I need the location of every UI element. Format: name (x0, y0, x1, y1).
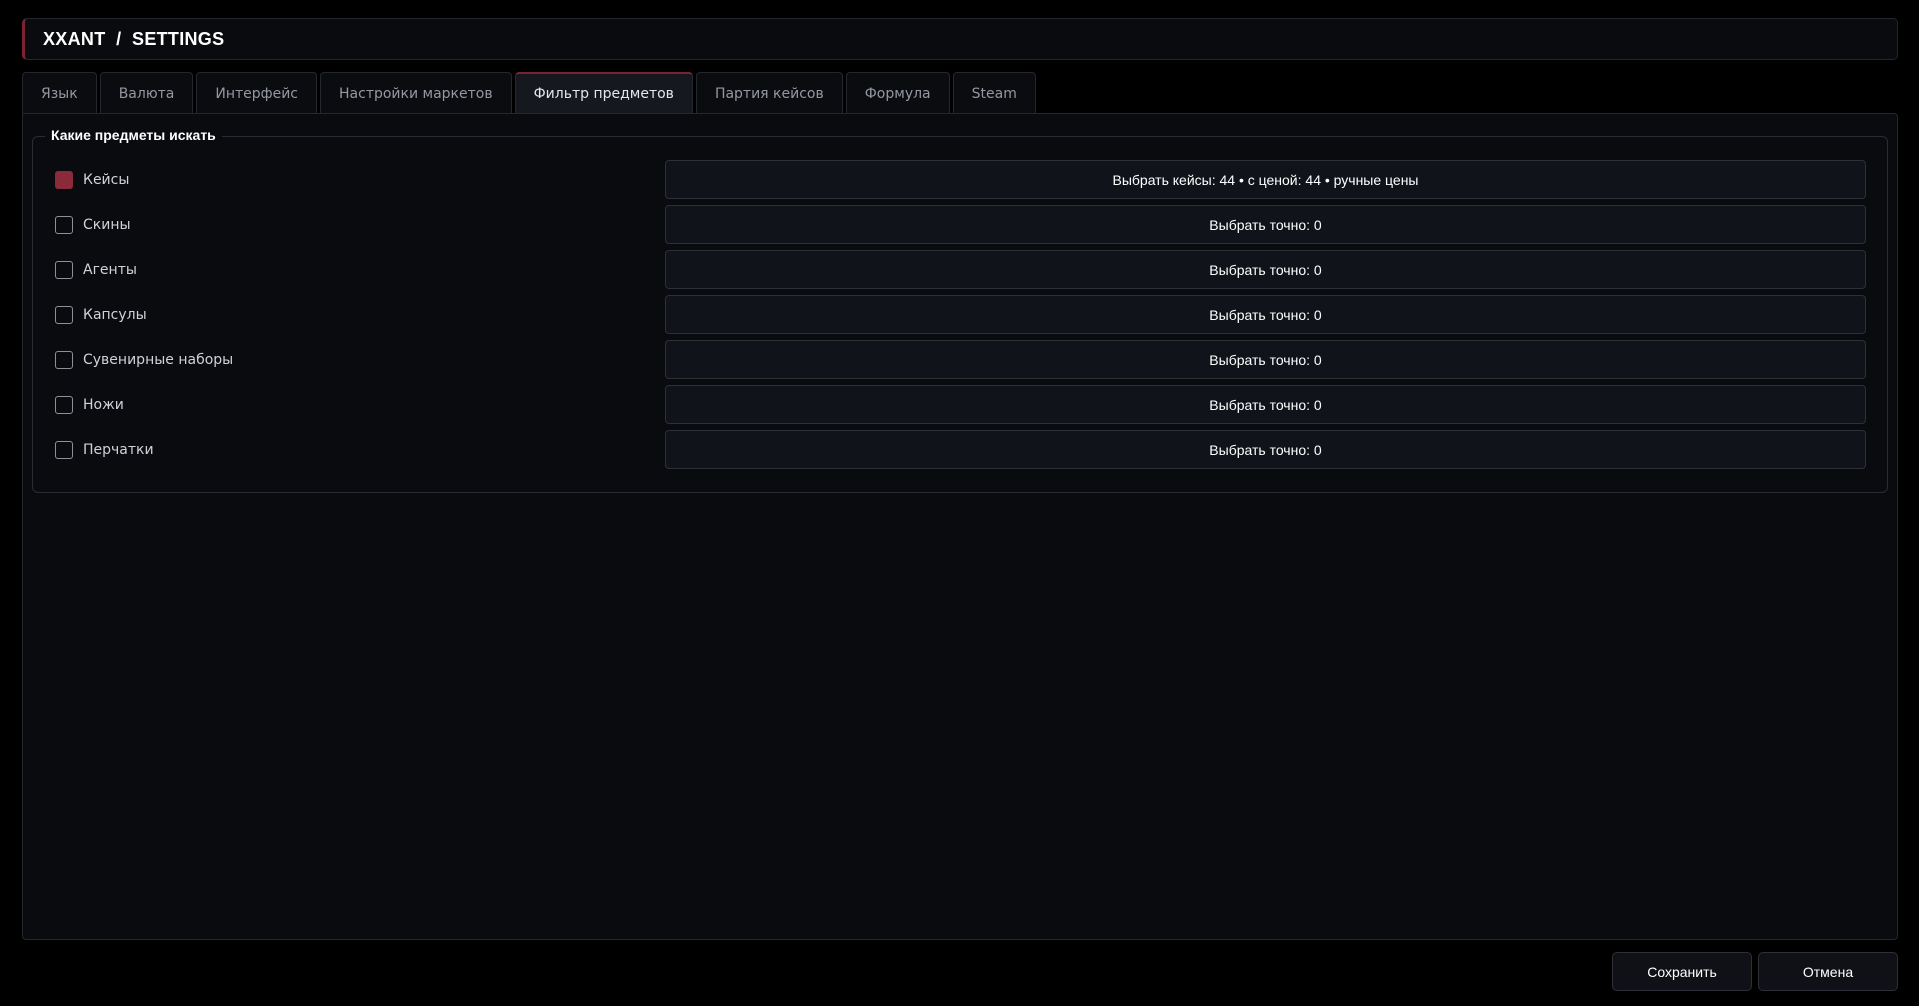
skins-checkbox[interactable] (55, 215, 73, 234)
tab-language[interactable]: Язык (22, 72, 97, 114)
capsules-checkbox-wrap[interactable]: Капсулы (55, 295, 147, 334)
knives-label: Ножи (83, 396, 124, 413)
tab-currency[interactable]: Валюта (99, 72, 194, 114)
agents-checkbox[interactable] (55, 260, 73, 279)
souvenir-checkbox-wrap[interactable]: Сувенирные наборы (55, 340, 233, 379)
gloves-checkbox[interactable] (55, 440, 73, 459)
tab-item-filter[interactable]: Фильтр предметов (514, 72, 693, 114)
tab-case-batch[interactable]: Партия кейсов (695, 72, 843, 114)
cancel-button[interactable]: Отмена (1758, 952, 1898, 991)
filter-row-cases: Кейсы Выбрать кейсы: 44 • с ценой: 44 • … (33, 160, 1887, 199)
capsules-label: Капсулы (83, 306, 147, 323)
group-title: Какие предметы искать (45, 127, 222, 143)
tab-market-settings[interactable]: Настройки маркетов (320, 72, 512, 114)
settings-panel: Какие предметы искать Кейсы Выбрать кейс… (22, 113, 1898, 940)
cases-checkbox[interactable] (55, 170, 73, 189)
select-knives-button[interactable]: Выбрать точно: 0 (665, 385, 1866, 424)
tab-steam[interactable]: Steam (952, 72, 1036, 114)
agents-checkbox-wrap[interactable]: Агенты (55, 250, 137, 289)
window-header: XXANT / SETTINGS (22, 18, 1898, 60)
souvenir-checkbox[interactable] (55, 350, 73, 369)
select-cases-button[interactable]: Выбрать кейсы: 44 • с ценой: 44 • ручные… (665, 160, 1866, 199)
filter-row-agents: Агенты Выбрать точно: 0 (33, 250, 1887, 289)
select-gloves-button[interactable]: Выбрать точно: 0 (665, 430, 1866, 469)
filter-row-knives: Ножи Выбрать точно: 0 (33, 385, 1887, 424)
select-capsules-button[interactable]: Выбрать точно: 0 (665, 295, 1866, 334)
filter-row-gloves: Перчатки Выбрать точно: 0 (33, 430, 1887, 469)
select-souvenir-button[interactable]: Выбрать точно: 0 (665, 340, 1866, 379)
cases-label: Кейсы (83, 171, 130, 188)
tab-formula[interactable]: Формула (845, 72, 950, 114)
knives-checkbox[interactable] (55, 395, 73, 414)
settings-tabs: Язык Валюта Интерфейс Настройки маркетов… (22, 72, 1036, 114)
capsules-checkbox[interactable] (55, 305, 73, 324)
item-filter-group: Какие предметы искать Кейсы Выбрать кейс… (32, 127, 1888, 493)
souvenir-label: Сувенирные наборы (83, 351, 234, 368)
skins-label: Скины (83, 216, 131, 233)
agents-label: Агенты (83, 261, 137, 278)
save-button[interactable]: Сохранить (1612, 952, 1752, 991)
filter-row-skins: Скины Выбрать точно: 0 (33, 205, 1887, 244)
knives-checkbox-wrap[interactable]: Ножи (55, 385, 124, 424)
select-skins-button[interactable]: Выбрать точно: 0 (665, 205, 1866, 244)
filter-row-capsules: Капсулы Выбрать точно: 0 (33, 295, 1887, 334)
filter-row-souvenir-packages: Сувенирные наборы Выбрать точно: 0 (33, 340, 1887, 379)
select-agents-button[interactable]: Выбрать точно: 0 (665, 250, 1866, 289)
gloves-label: Перчатки (83, 441, 154, 458)
header-title: XXANT / SETTINGS (43, 28, 225, 49)
skins-checkbox-wrap[interactable]: Скины (55, 205, 131, 244)
gloves-checkbox-wrap[interactable]: Перчатки (55, 430, 154, 469)
cases-checkbox-wrap[interactable]: Кейсы (55, 160, 129, 199)
tab-interface[interactable]: Интерфейс (196, 72, 318, 114)
